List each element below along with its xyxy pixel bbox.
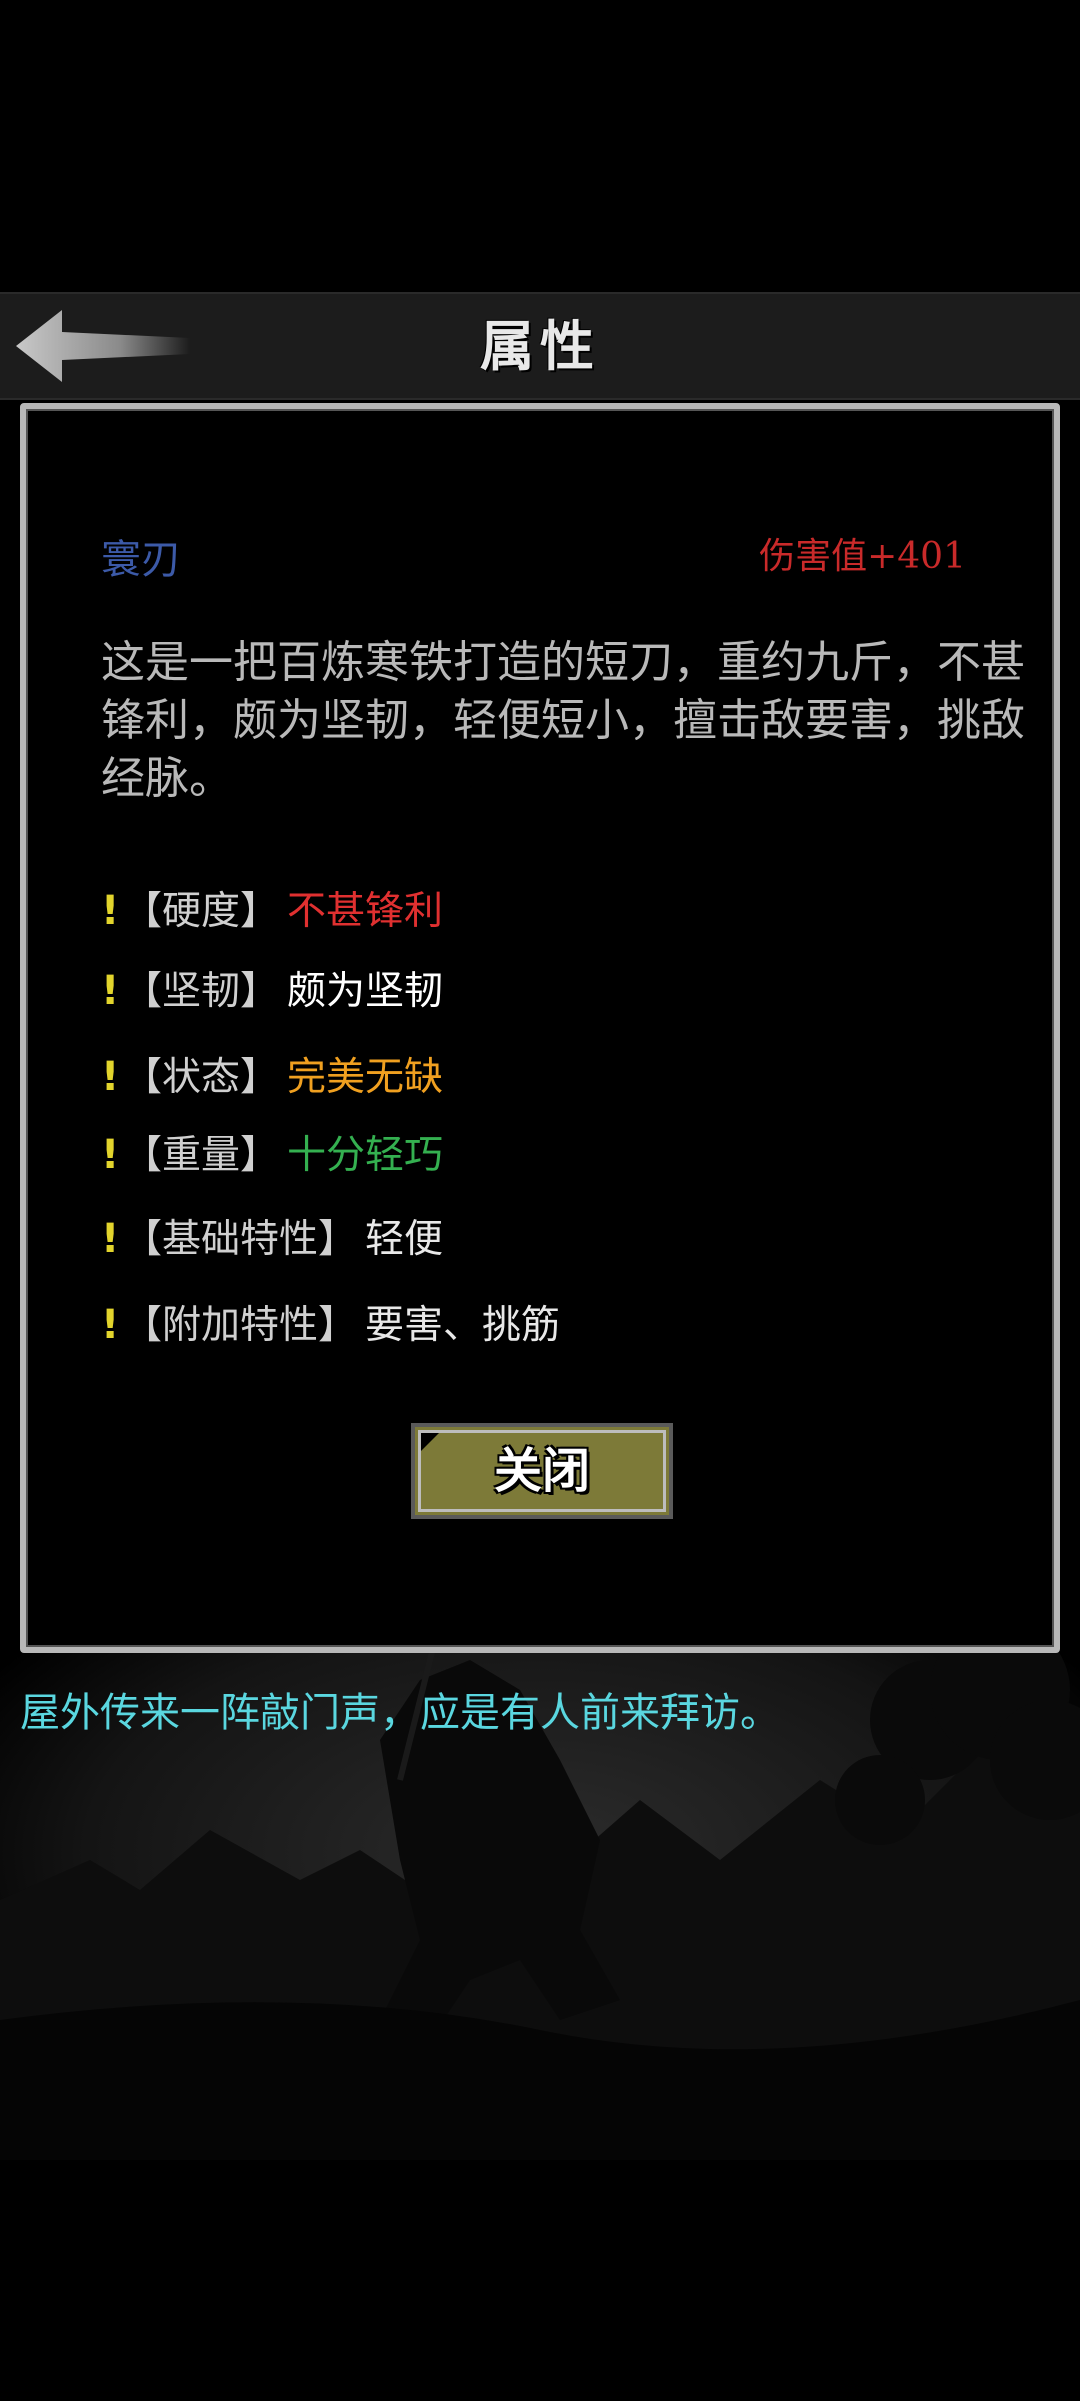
attribute-value: 不甚锋利: [287, 889, 444, 934]
attribute-label: 【附加特性】: [123, 1303, 358, 1348]
item-name: 寰刃: [101, 537, 181, 583]
attribute-row-extra-trait: !【附加特性】 要害、挑筋: [101, 1295, 560, 1355]
page-title: 属性: [480, 314, 600, 378]
exclamation-icon: !: [101, 888, 120, 934]
close-button[interactable]: 关闭: [411, 1423, 673, 1519]
close-button-label: 关闭: [493, 1443, 590, 1499]
attribute-row-weight: !【重量】 十分轻巧: [101, 1125, 443, 1185]
damage-value: 伤害值+401: [759, 536, 966, 577]
attribute-value: 轻便: [365, 1217, 444, 1262]
item-description: 这是一把百炼寒铁打造的短刀，重约九斤，不甚锋利，颇为坚韧，轻便短小，擅击敌要害，…: [101, 637, 1025, 804]
attribute-value: 十分轻巧: [287, 1133, 444, 1178]
attribute-row-toughness: !【坚韧】 颇为坚韧: [101, 961, 443, 1021]
event-message: 屋外传来一阵敲门声，应是有人前来拜访。: [20, 1690, 780, 1736]
exclamation-icon: !: [101, 968, 120, 1014]
screen: 属性 寰刃 伤害值+401 这是一把百炼寒铁打造的短刀，重约九斤，不甚锋利，颇为…: [0, 0, 1080, 2401]
attribute-value: 颇为坚韧: [287, 969, 444, 1014]
attribute-label: 【基础特性】: [123, 1217, 358, 1262]
exclamation-icon: !: [101, 1132, 120, 1178]
attribute-value: 要害、挑筋: [365, 1303, 561, 1348]
attribute-row-hardness: !【硬度】 不甚锋利: [101, 881, 443, 941]
attribute-value: 完美无缺: [287, 1055, 444, 1100]
exclamation-icon: !: [101, 1216, 120, 1262]
exclamation-icon: !: [101, 1054, 120, 1100]
attribute-label: 【重量】: [123, 1133, 280, 1178]
title-bar: 属性: [0, 292, 1080, 400]
attribute-row-condition: !【状态】 完美无缺: [101, 1047, 443, 1107]
attribute-label: 【坚韧】: [123, 969, 280, 1014]
attribute-label: 【状态】: [123, 1055, 280, 1100]
attribute-label: 【硬度】: [123, 889, 280, 934]
attribute-dialog: 寰刃 伤害值+401 这是一把百炼寒铁打造的短刀，重约九斤，不甚锋利，颇为坚韧，…: [20, 403, 1060, 1653]
exclamation-icon: !: [101, 1302, 120, 1348]
attribute-row-base-trait: !【基础特性】 轻便: [101, 1209, 443, 1269]
